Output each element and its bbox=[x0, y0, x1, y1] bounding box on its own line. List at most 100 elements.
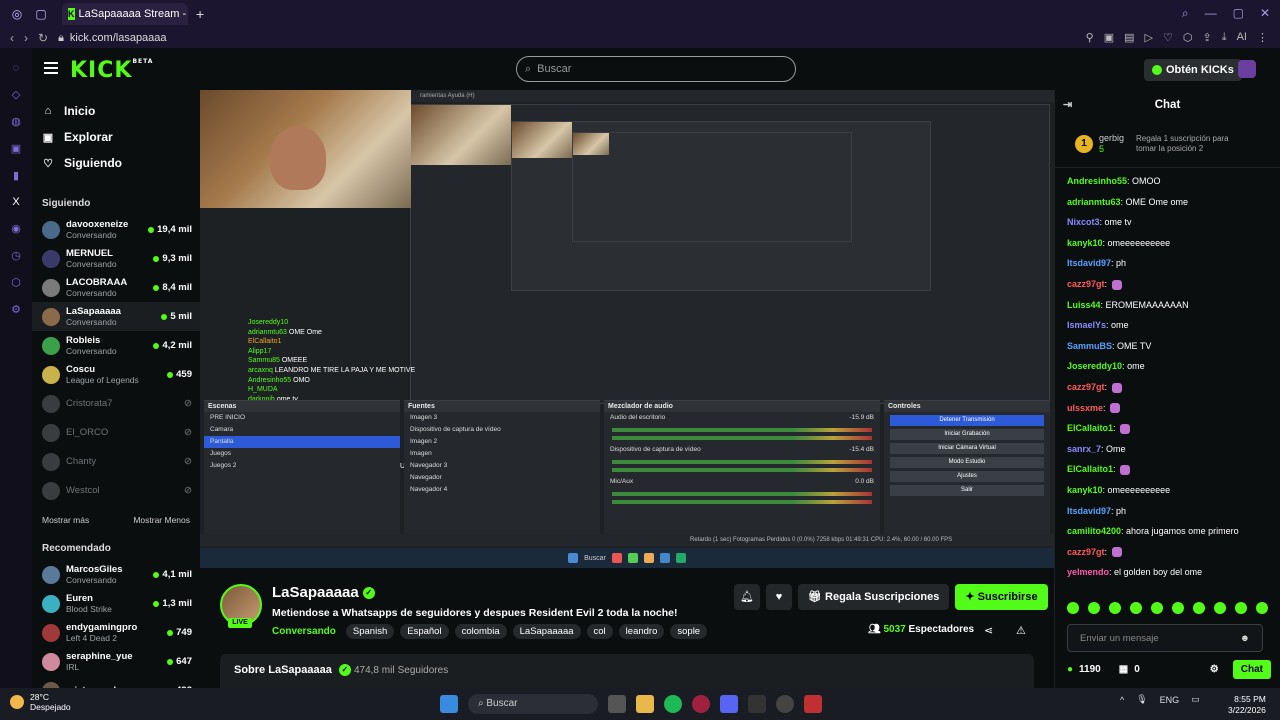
show-more-button[interactable]: Mostrar más bbox=[42, 515, 89, 525]
chat-username[interactable]: kanyk10 bbox=[1067, 238, 1103, 248]
chat-username[interactable]: camilito4200 bbox=[1067, 526, 1121, 536]
stream-tag[interactable]: leandro bbox=[618, 624, 665, 639]
rail-icon-2[interactable]: ◇ bbox=[0, 88, 32, 101]
sidebar-channel-offline[interactable]: El_ORCO ⊘ bbox=[32, 418, 200, 447]
chat-username[interactable]: sanrx_7 bbox=[1067, 444, 1101, 454]
follow-heart-button[interactable]: ♥ bbox=[766, 584, 792, 610]
sidebar-channel-offline[interactable]: Chanty ⊘ bbox=[32, 447, 200, 476]
kicks-balance[interactable]: 1190 bbox=[1079, 664, 1101, 675]
forward-icon[interactable]: › bbox=[24, 31, 28, 45]
chat-settings-icon[interactable]: ⚙ bbox=[1210, 664, 1219, 675]
back-icon[interactable]: ‹ bbox=[10, 31, 14, 45]
emote-icon[interactable] bbox=[1193, 602, 1205, 614]
emote-icon[interactable] bbox=[1088, 602, 1100, 614]
more-icon[interactable]: ⋮ bbox=[1257, 31, 1268, 44]
emote-icon[interactable] bbox=[1235, 602, 1247, 614]
close-window-icon[interactable]: ✕ bbox=[1260, 6, 1270, 21]
sidebar-channel[interactable]: MarcosGiles Conversando 4,1 mil bbox=[32, 560, 200, 589]
file-explorer-icon[interactable] bbox=[636, 695, 654, 713]
nav-explore[interactable]: ▣ Explorar bbox=[42, 124, 200, 150]
reload-icon[interactable]: ↻ bbox=[38, 31, 48, 45]
chat-username[interactable]: cazz97gt bbox=[1067, 547, 1105, 557]
get-kicks-button[interactable]: Obtén KICKs bbox=[1144, 59, 1242, 81]
tab-list-icon[interactable]: ▢ bbox=[34, 7, 48, 21]
screenshot-icon[interactable]: ▣ bbox=[1104, 31, 1114, 44]
stream-category[interactable]: Conversando bbox=[272, 626, 336, 637]
stream-tag[interactable]: sople bbox=[670, 624, 708, 639]
spotify-icon[interactable] bbox=[664, 695, 682, 713]
ai-icon[interactable]: AI bbox=[1237, 31, 1247, 44]
weather-widget[interactable]: 28°C Despejado bbox=[10, 692, 71, 712]
video-player[interactable]: ramientas Ayuda (H) Josereddy10 adrianmt… bbox=[200, 90, 1054, 568]
notifications-bell-button[interactable]: 🔔︎ bbox=[734, 584, 760, 610]
extensions-icon[interactable]: ⬡ bbox=[1183, 31, 1193, 44]
emote-icon[interactable] bbox=[1151, 602, 1163, 614]
nav-home[interactable]: ⌂ Inicio bbox=[42, 98, 200, 124]
gift-count[interactable]: 0 bbox=[1134, 664, 1140, 675]
send-chat-button[interactable]: Chat bbox=[1232, 660, 1271, 679]
stream-tag[interactable]: col bbox=[586, 624, 613, 639]
stream-tag[interactable]: colombia bbox=[454, 624, 507, 639]
sidebar-channel[interactable]: LaSapaaaaa Conversando 5 mil bbox=[32, 302, 200, 331]
rail-messenger-icon[interactable]: ◍ bbox=[0, 115, 32, 128]
taskbar-search[interactable]: ⌕ Buscar bbox=[468, 694, 598, 714]
discord-icon[interactable] bbox=[720, 695, 738, 713]
gift-subs-button[interactable]: 🎁︎ Regala Suscripciones bbox=[798, 584, 950, 610]
app-icon[interactable] bbox=[748, 695, 766, 713]
browser-menu-icon[interactable]: ◎ bbox=[10, 7, 24, 21]
sidebar-channel[interactable]: endygamingpro Left 4 Dead 2 749 bbox=[32, 618, 200, 647]
opera-icon[interactable] bbox=[692, 695, 710, 713]
search-input[interactable]: ⌕ Buscar bbox=[516, 56, 796, 82]
chat-username[interactable]: yelmendo bbox=[1067, 567, 1109, 577]
chat-username[interactable]: Josereddy10 bbox=[1067, 361, 1122, 371]
leader-user[interactable]: gerbig bbox=[1099, 133, 1124, 144]
sidebar-channel[interactable]: davooxeneize Conversando 19,4 mil bbox=[32, 215, 200, 244]
task-view-icon[interactable] bbox=[608, 695, 626, 713]
chat-username[interactable]: IsmaelYs bbox=[1067, 320, 1106, 330]
share-icon[interactable]: ⋖ bbox=[984, 624, 993, 637]
stream-tag[interactable]: Spanish bbox=[345, 624, 395, 639]
rail-x-icon[interactable]: X bbox=[0, 196, 32, 208]
emote-icon[interactable] bbox=[1109, 602, 1121, 614]
report-icon[interactable]: ⚠ bbox=[1016, 624, 1026, 637]
chat-username[interactable]: cazz97gt bbox=[1067, 382, 1105, 392]
emoji-icon[interactable]: ☻ bbox=[1240, 633, 1250, 644]
subscribe-button[interactable]: ✦ Suscribirse bbox=[955, 584, 1048, 610]
sidebar-channel[interactable]: mistermacho492 bbox=[32, 676, 200, 688]
network-icon[interactable]: ▭ bbox=[1191, 694, 1200, 705]
chat-username[interactable]: Andresinho55 bbox=[1067, 176, 1127, 186]
streamer-name[interactable]: LaSapaaaaa bbox=[272, 584, 359, 601]
show-less-button[interactable]: Mostrar Menos bbox=[133, 515, 190, 525]
url-field[interactable]: kick.com/lasapaaaa bbox=[70, 32, 167, 44]
clock[interactable]: 8:55 PM 3/22/2026 bbox=[1228, 694, 1266, 716]
download-icon[interactable]: ⤓ bbox=[1222, 31, 1227, 44]
language-indicator[interactable]: ENG bbox=[1160, 695, 1180, 705]
maximize-icon[interactable]: ▢ bbox=[1233, 6, 1244, 21]
emote-icon[interactable] bbox=[1214, 602, 1226, 614]
windows-start-icon[interactable] bbox=[440, 695, 458, 713]
sidebar-channel[interactable]: MERNUEL Conversando 9,3 mil bbox=[32, 244, 200, 273]
chat-username[interactable]: ulssxme bbox=[1067, 403, 1103, 413]
search-tabs-icon[interactable]: ⌕ bbox=[1182, 6, 1189, 21]
sidebar-channel-offline[interactable]: Cristorata7 ⊘ bbox=[32, 389, 200, 418]
pin-icon[interactable]: ⚲ bbox=[1086, 31, 1094, 44]
chat-username[interactable]: ElCallaito1 bbox=[1067, 423, 1113, 433]
chat-username[interactable]: kanyk10 bbox=[1067, 485, 1103, 495]
stream-tag[interactable]: LaSapaaaaa bbox=[512, 624, 581, 639]
new-tab-button[interactable]: + bbox=[196, 6, 204, 22]
emote-icon[interactable] bbox=[1172, 602, 1184, 614]
chat-username[interactable]: adrianmtu63 bbox=[1067, 197, 1121, 207]
kick-logo[interactable]: KICKBETA bbox=[70, 58, 153, 83]
chat-username[interactable]: SammuBS bbox=[1067, 341, 1112, 351]
sidebar-channel[interactable]: Coscu League of Legends 459 bbox=[32, 360, 200, 389]
rail-twitch-icon[interactable]: ▮ bbox=[0, 169, 32, 182]
emote-icon[interactable] bbox=[1067, 602, 1079, 614]
menu-icon[interactable] bbox=[44, 62, 58, 74]
rail-icon-4[interactable]: ▣ bbox=[0, 142, 32, 155]
play-icon[interactable]: ▷ bbox=[1145, 31, 1153, 44]
rail-icon-7[interactable]: ◉ bbox=[0, 222, 32, 235]
collapse-chat-icon[interactable]: ⇥ bbox=[1063, 98, 1072, 111]
rail-history-icon[interactable]: ◷ bbox=[0, 249, 32, 262]
nav-following[interactable]: ♡ Siguiendo bbox=[42, 150, 200, 176]
chat-input[interactable]: Enviar un mensaje ☻ bbox=[1067, 624, 1263, 652]
